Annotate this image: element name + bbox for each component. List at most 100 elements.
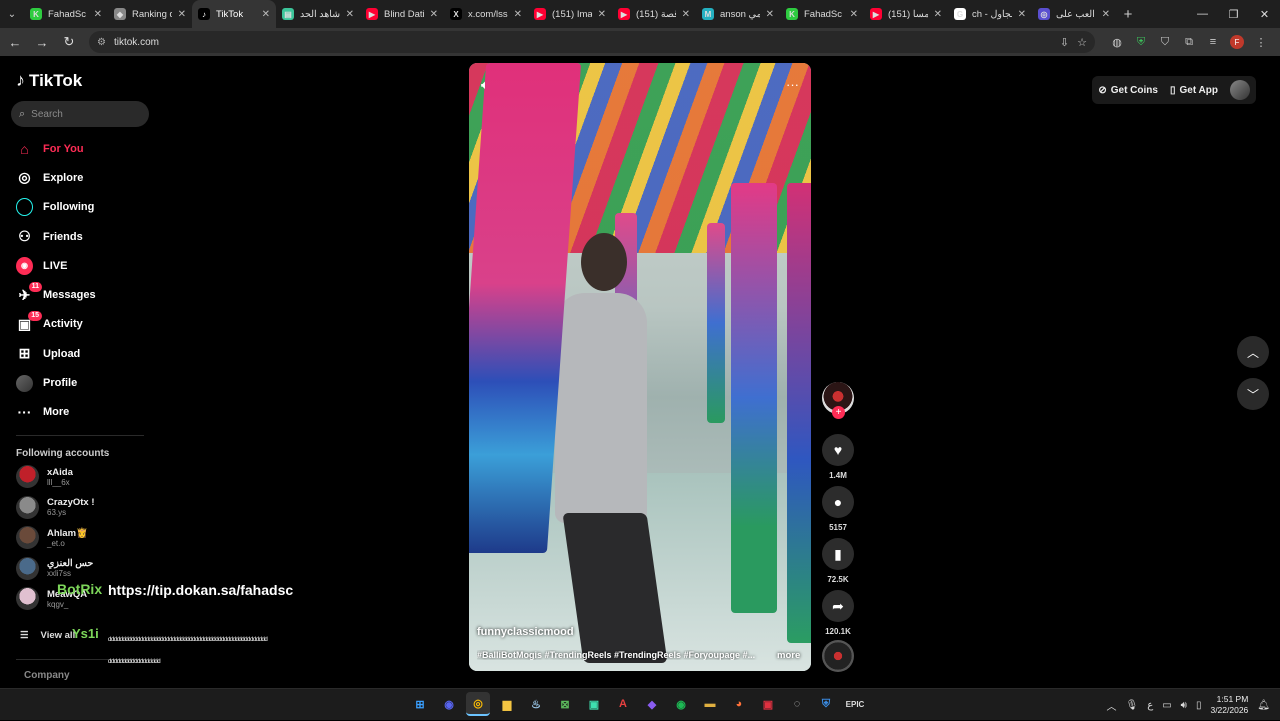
notification-bell-icon[interactable]: 🔔︎ — [1257, 700, 1270, 711]
browser-tab[interactable]: K FahadSc S ✕ — [780, 0, 864, 28]
following-account[interactable]: حس العنزي xxli7ss — [16, 556, 93, 580]
get-coins-button[interactable]: ⊘ Get Coins — [1098, 85, 1158, 96]
app-circle-icon[interactable]: ◌ — [785, 692, 809, 716]
get-app-button[interactable]: ▯ Get App — [1170, 85, 1218, 96]
bookmark-star-icon[interactable]: ☆ — [1077, 36, 1087, 49]
tab-close-icon[interactable]: ✕ — [514, 9, 522, 20]
browser-tab[interactable]: ▶ (151) Imag ✕ — [528, 0, 612, 28]
browser-tab[interactable]: ▤ شاهد الحد ✕ — [276, 0, 360, 28]
chrome-icon[interactable]: ◎ — [466, 692, 490, 716]
nav-item-activity[interactable]: ▣ 15 Activity — [0, 310, 160, 339]
tab-close-icon[interactable]: ✕ — [682, 9, 690, 20]
heart-icon[interactable]: ♥ — [822, 434, 854, 466]
nav-item-upload[interactable]: ⊞ Upload — [0, 339, 160, 368]
bookmark-icon[interactable]: ▮ — [822, 538, 854, 570]
tab-close-icon[interactable]: ✕ — [766, 9, 774, 20]
battery-icon[interactable]: ▯ — [1196, 700, 1202, 711]
user-avatar[interactable] — [1230, 80, 1250, 100]
share-icon[interactable]: ➦ — [822, 590, 854, 622]
browser-tab[interactable]: Gch - مجاول ✕ — [948, 0, 1032, 28]
tab-close-icon[interactable]: ✕ — [1018, 9, 1026, 20]
share-action[interactable]: ➦ 120.1K — [820, 590, 856, 636]
new-tab-button[interactable]: + — [1116, 6, 1140, 23]
view-all-link[interactable]: ☰ View all — [20, 630, 75, 641]
comment-action[interactable]: ● 5157 — [820, 486, 856, 532]
next-video-button[interactable]: ﹀ — [1237, 378, 1269, 410]
video-more-options-icon[interactable]: ··· — [786, 77, 799, 93]
volume-icon[interactable]: 🔈︎ — [481, 77, 489, 93]
minimize-icon[interactable]: — — [1187, 0, 1218, 28]
app-a-icon[interactable]: A — [611, 692, 635, 716]
follow-plus-icon[interactable]: + — [832, 406, 845, 419]
like-action[interactable]: ♥ 1.4M — [820, 434, 856, 480]
previous-video-button[interactable]: ︿ — [1237, 336, 1269, 368]
video-player[interactable]: 🔈︎ ··· funnyclassicmood #BalliBotMogis #… — [469, 63, 811, 671]
address-bar[interactable]: ⚙ tiktok.com ⇩ ☆ — [89, 31, 1095, 53]
reload-icon[interactable]: ↻ — [57, 30, 81, 54]
tab-close-icon[interactable]: ✕ — [934, 9, 942, 20]
tab-close-icon[interactable]: ✕ — [346, 9, 354, 20]
firefox-icon[interactable]: ◕ — [727, 692, 751, 716]
save-action[interactable]: ▮ 72.5K — [820, 538, 856, 584]
company-link[interactable]: Company — [24, 670, 70, 681]
nav-item-profile[interactable]: Profile — [0, 368, 160, 397]
epic-games-icon[interactable]: EPIC — [843, 692, 867, 716]
app-bar-icon[interactable]: ▬ — [698, 692, 722, 716]
tab-close-icon[interactable]: ✕ — [178, 9, 186, 20]
browser-tab[interactable]: ▶ (151) قصة ✕ — [612, 0, 696, 28]
browser-tab[interactable]: ▶ Blind Datin ✕ — [360, 0, 444, 28]
nav-item-messages[interactable]: ✈ 11 Messages — [0, 280, 160, 309]
nav-item-more[interactable]: ··· More — [0, 398, 160, 427]
app-green-icon[interactable]: ▣ — [582, 692, 606, 716]
tab-close-icon[interactable]: ✕ — [598, 9, 606, 20]
nav-item-for-you[interactable]: ⌂ For You — [0, 134, 160, 163]
shield-extension-icon[interactable]: ⛨ — [1129, 31, 1153, 53]
discord-icon[interactable]: ◉ — [437, 692, 461, 716]
tab-search-icon[interactable]: ⌄ — [0, 0, 24, 28]
music-disc-icon[interactable] — [822, 640, 854, 672]
following-account[interactable]: CrazyOtx ! 63.ys — [16, 495, 95, 519]
extensions-puzzle-icon[interactable]: ⧉ — [1177, 31, 1201, 53]
install-icon[interactable]: ⇩ — [1060, 36, 1069, 49]
search-box[interactable]: ⌕ — [11, 101, 149, 127]
tab-close-icon[interactable]: ✕ — [94, 9, 102, 20]
nav-item-friends[interactable]: ⚇ Friends — [0, 222, 160, 251]
following-account[interactable]: xAida lll__6x — [16, 465, 73, 488]
browser-tab[interactable]: ♪ TikTok ✕ — [192, 0, 276, 28]
search-input[interactable] — [31, 108, 132, 120]
browser-tab[interactable]: Xx.com/lsso ✕ — [444, 0, 528, 28]
forward-icon[interactable]: → — [30, 30, 54, 54]
site-info-icon[interactable]: ⚙ — [97, 37, 106, 48]
media-control-icon[interactable]: ≡ — [1201, 31, 1225, 53]
tiktok-logo[interactable]: ♪ TikTok — [16, 70, 82, 91]
tab-close-icon[interactable]: ✕ — [850, 9, 858, 20]
microphone-icon[interactable]: 🎙︎ — [1126, 700, 1139, 711]
tray-chevron-icon[interactable]: ︿ — [1107, 698, 1117, 713]
nav-item-explore[interactable]: ◎ Explore — [0, 163, 160, 192]
start-windows-icon[interactable]: ⊞ — [408, 692, 432, 716]
restore-icon[interactable]: ❐ — [1218, 0, 1249, 28]
video-author[interactable]: funnyclassicmood — [477, 626, 574, 638]
creator-avatar[interactable]: + — [822, 382, 854, 419]
xbox-icon[interactable]: ⊠ — [553, 692, 577, 716]
browser-tab[interactable]: Manson انمي ✕ — [696, 0, 780, 28]
extension-icon[interactable]: ◍ — [1105, 31, 1129, 53]
tab-close-icon[interactable]: ✕ — [430, 9, 438, 20]
spotify-icon[interactable]: ◉ — [669, 692, 693, 716]
caption-more-link[interactable]: more — [777, 650, 800, 661]
nav-item-following[interactable]: Following — [0, 193, 160, 222]
speaker-icon[interactable]: 🔊︎ — [1181, 700, 1187, 711]
close-window-icon[interactable]: ✕ — [1249, 0, 1280, 28]
network-icon[interactable]: ▭ — [1162, 700, 1171, 711]
tab-close-icon[interactable]: ✕ — [1102, 9, 1110, 20]
browser-menu-icon[interactable]: ⋮ — [1249, 31, 1273, 53]
taskbar-clock[interactable]: 1:51 PM 3/22/2026 — [1210, 694, 1248, 716]
profile-avatar[interactable]: F — [1225, 31, 1249, 53]
app-purple-icon[interactable]: ◆ — [640, 692, 664, 716]
back-icon[interactable]: ← — [3, 30, 27, 54]
vpn-extension-icon[interactable]: ⛉ — [1153, 31, 1177, 53]
browser-tab[interactable]: ▶ (151) مسا ✕ — [864, 0, 948, 28]
nav-item-live[interactable]: ◉ LIVE — [0, 251, 160, 280]
file-explorer-icon[interactable]: ▆ — [495, 692, 519, 716]
following-account[interactable]: Ahlam👸 _et.o — [16, 526, 88, 549]
